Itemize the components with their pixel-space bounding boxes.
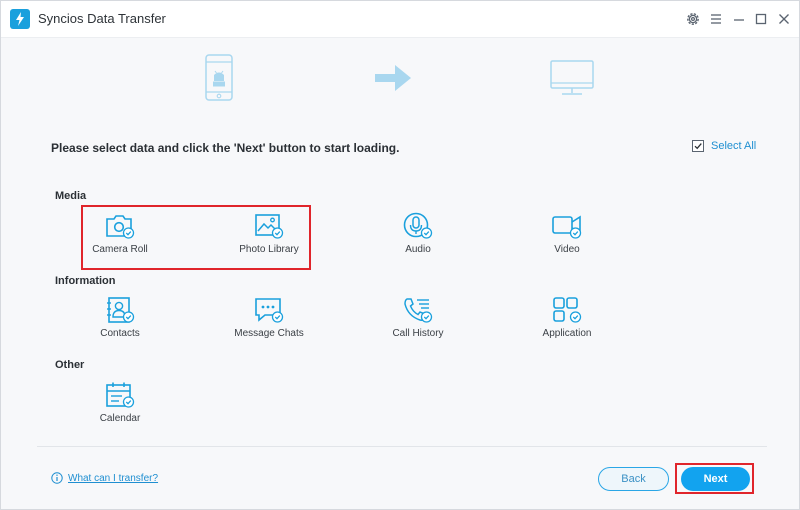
gear-icon[interactable]: [684, 10, 702, 28]
back-button[interactable]: Back: [598, 467, 669, 491]
close-icon[interactable]: [775, 10, 793, 28]
select-all-label: Select All: [711, 140, 757, 152]
chat-bubble-icon: [255, 298, 284, 323]
item-label: Camera Roll: [92, 244, 148, 255]
section-label-media: Media: [55, 190, 87, 202]
item-label: Audio: [405, 244, 431, 255]
select-all-check-icon[interactable]: [692, 140, 704, 152]
minimize-icon[interactable]: [730, 10, 748, 28]
title-bar: Syncios Data Transfer: [1, 1, 799, 38]
syncios-logo-icon: [10, 9, 30, 29]
phone-list-icon: [404, 298, 433, 323]
microphone-icon: [403, 212, 433, 239]
info-circle-icon: [51, 472, 63, 484]
app-window: Syncios Data Transfer Please select data…: [0, 0, 800, 510]
help-link[interactable]: What can I transfer?: [51, 472, 158, 484]
computer-monitor-icon: [550, 60, 594, 95]
select-all-checkbox[interactable]: Select All: [692, 140, 756, 152]
maximize-icon[interactable]: [752, 10, 770, 28]
section-label-other: Other: [55, 359, 85, 371]
android-phone-icon: [205, 54, 233, 101]
next-button[interactable]: Next: [681, 467, 750, 491]
item-camera-roll[interactable]: Camera Roll: [60, 212, 180, 272]
item-label: Video: [554, 244, 580, 255]
item-label: Photo Library: [239, 244, 299, 255]
section-label-information: Information: [55, 275, 116, 287]
instruction-text: Please select data and click the 'Next' …: [51, 141, 400, 155]
item-photo-library[interactable]: Photo Library: [209, 212, 329, 272]
item-call-history[interactable]: Call History: [358, 296, 478, 356]
contact-card-icon: [107, 297, 135, 323]
item-label: Call History: [392, 328, 444, 339]
app-grid-icon: [553, 297, 582, 323]
item-message-chats[interactable]: Message Chats: [209, 296, 329, 356]
app-title: Syncios Data Transfer: [38, 11, 166, 26]
calendar-icon: [106, 382, 135, 408]
video-camera-icon: [552, 215, 582, 239]
help-link-label[interactable]: What can I transfer?: [68, 473, 158, 484]
item-contacts[interactable]: Contacts: [60, 296, 180, 356]
camera-icon: [106, 215, 135, 239]
item-label: Application: [542, 328, 592, 339]
item-label: Calendar: [99, 413, 141, 424]
item-label: Message Chats: [234, 328, 304, 339]
footer-divider: [37, 446, 767, 447]
item-video[interactable]: Video: [507, 212, 627, 272]
item-application[interactable]: Application: [507, 296, 627, 356]
transfer-direction-banner: [1, 38, 799, 116]
arrow-right-icon: [375, 65, 411, 91]
item-audio[interactable]: Audio: [358, 212, 478, 272]
item-label: Contacts: [100, 328, 140, 339]
menu-icon[interactable]: [707, 10, 725, 28]
item-calendar[interactable]: Calendar: [60, 381, 180, 441]
image-icon: [255, 214, 284, 239]
